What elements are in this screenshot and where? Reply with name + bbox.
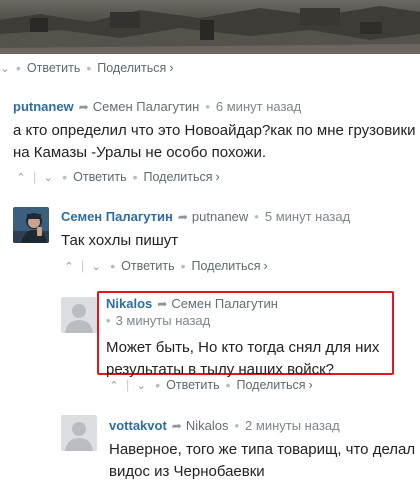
article-photo xyxy=(0,0,420,54)
reply-to-user[interactable]: putnanew xyxy=(192,209,248,224)
chevron-up-icon[interactable]: ⌃ xyxy=(13,171,29,184)
comment-actions: ⌃ | ⌄ • Ответить • Поделиться › xyxy=(13,169,220,185)
comment-meta-time: • 3 минуты назад xyxy=(106,313,211,328)
reply-to-user[interactable]: Семен Палагутин xyxy=(171,296,278,311)
comment-text: Может быть, Но кто тогда снял для них ре… xyxy=(106,339,380,378)
comment-text: а кто определил что это Новоайдар?как по… xyxy=(13,122,416,161)
top-comment-actions: ⌄ • Ответить • Поделиться › xyxy=(0,60,174,76)
reply-arrow-icon: ➦ xyxy=(171,418,182,433)
avatar[interactable] xyxy=(61,415,97,451)
comment-text: Так хохлы пишут xyxy=(61,232,179,249)
comment-actions: ⌃ | ⌄ • Ответить • Поделиться › xyxy=(61,258,268,274)
reply-arrow-icon: ➦ xyxy=(78,99,89,114)
chevron-down-icon[interactable]: ⌄ xyxy=(88,260,104,273)
comment-meta: putnanew ➦ Семен Палагутин • 6 минут наз… xyxy=(13,99,302,114)
comment-actions: ⌃ | ⌄ • Ответить • Поделиться › xyxy=(106,377,313,393)
comment-author[interactable]: Семен Палагутин xyxy=(61,209,173,224)
chevron-up-icon[interactable]: ⌃ xyxy=(106,379,122,392)
comment-author[interactable]: Nikalos xyxy=(106,296,152,311)
comment-author[interactable]: vottakvot xyxy=(109,418,167,433)
share-button[interactable]: Поделиться xyxy=(97,61,166,75)
reply-button[interactable]: Ответить xyxy=(166,378,219,392)
comment-time[interactable]: 2 минуты назад xyxy=(245,418,340,433)
share-button[interactable]: Поделиться xyxy=(237,378,306,392)
chevron-right-icon: › xyxy=(215,170,220,184)
comment-nikalos: Nikalos ➦ Семен Палагутин • 3 минуты наз… xyxy=(106,296,392,380)
comment-vottakvot: vottakvot ➦ Nikalos • 2 минуты назад Нав… xyxy=(109,418,420,482)
chevron-up-icon[interactable]: ⌃ xyxy=(61,260,77,273)
comment-putnanew: putnanew ➦ Семен Палагутин • 6 минут наз… xyxy=(13,99,420,163)
chevron-down-icon[interactable]: ⌄ xyxy=(0,62,10,75)
reply-button[interactable]: Ответить xyxy=(121,259,174,273)
comment-meta: Nikalos ➦ Семен Палагутин xyxy=(106,296,392,311)
chevron-down-icon[interactable]: ⌄ xyxy=(40,171,56,184)
comment-meta: vottakvot ➦ Nikalos • 2 минуты назад xyxy=(109,418,340,433)
comment-time[interactable]: 3 минуты назад xyxy=(116,313,211,328)
comment-meta: Семен Палагутин ➦ putnanew • 5 минут наз… xyxy=(61,209,351,224)
avatar[interactable] xyxy=(13,207,49,243)
reply-to-user[interactable]: Семен Палагутин xyxy=(93,99,200,114)
comment-text: Наверное, того же типа товарищ, что дела… xyxy=(109,441,416,480)
chevron-right-icon: › xyxy=(169,61,174,75)
reply-arrow-icon: ➦ xyxy=(177,209,188,224)
comment-time[interactable]: 6 минут назад xyxy=(216,99,301,114)
share-button[interactable]: Поделиться xyxy=(144,170,213,184)
comment-semen: Семен Палагутин ➦ putnanew • 5 минут наз… xyxy=(61,209,420,251)
chevron-right-icon: › xyxy=(308,378,313,392)
share-button[interactable]: Поделиться xyxy=(192,259,261,273)
chevron-down-icon[interactable]: ⌄ xyxy=(133,379,149,392)
reply-arrow-icon: ➦ xyxy=(157,296,168,311)
reply-to-user[interactable]: Nikalos xyxy=(186,418,229,433)
reply-button[interactable]: Ответить xyxy=(27,61,80,75)
comment-author[interactable]: putnanew xyxy=(13,99,74,114)
avatar[interactable] xyxy=(61,297,97,333)
reply-button[interactable]: Ответить xyxy=(73,170,126,184)
chevron-right-icon: › xyxy=(263,259,268,273)
comment-time[interactable]: 5 минут назад xyxy=(265,209,350,224)
